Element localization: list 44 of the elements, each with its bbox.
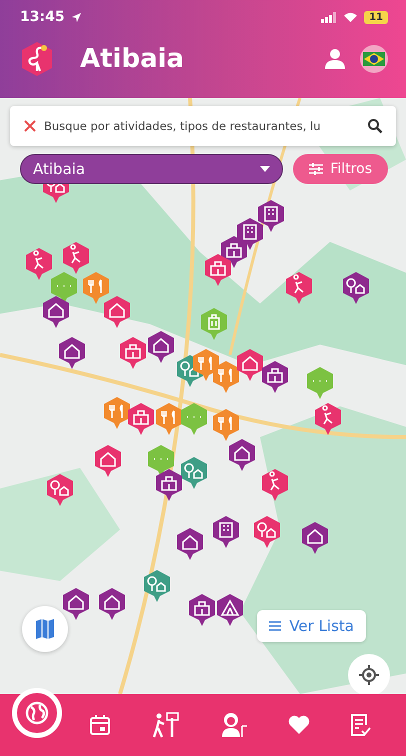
search-field[interactable]: Busque por atividades, tipos de restaurantes, lu xyxy=(10,106,396,146)
map-pin[interactable] xyxy=(97,586,128,621)
map-pin[interactable] xyxy=(235,348,266,382)
map-pin[interactable] xyxy=(300,521,330,556)
map-pin[interactable] xyxy=(341,270,372,305)
list-view-button[interactable]: Ver Lista xyxy=(257,610,366,642)
close-icon[interactable] xyxy=(23,119,37,133)
map-pin[interactable] xyxy=(260,360,290,394)
map-pin[interactable] xyxy=(256,199,286,234)
map-pin[interactable] xyxy=(154,468,184,502)
search-icon[interactable] xyxy=(367,118,383,134)
caret-icon xyxy=(260,166,270,172)
map-pin[interactable] xyxy=(56,336,87,370)
status-time: 13:45 xyxy=(20,9,65,25)
city-dropdown[interactable]: Atibaia xyxy=(20,154,284,184)
heart-icon xyxy=(288,715,310,735)
map-pin[interactable] xyxy=(174,527,205,562)
calendar-icon xyxy=(89,714,112,736)
crosshair-icon xyxy=(359,665,379,685)
hiker-sign-icon xyxy=(150,712,180,738)
map-icon xyxy=(35,618,55,640)
map-pin[interactable] xyxy=(146,330,176,364)
sliders-icon xyxy=(309,163,324,175)
list-icon xyxy=(269,621,282,631)
globe-button[interactable] xyxy=(12,688,62,738)
checklist-icon xyxy=(348,713,371,737)
map-pin[interactable] xyxy=(227,438,258,472)
header-title: Atibaia xyxy=(80,44,184,74)
map-pin[interactable] xyxy=(203,252,233,287)
map-pin[interactable] xyxy=(186,592,217,627)
flamingo-logo-icon xyxy=(20,41,54,77)
map-pin[interactable] xyxy=(178,456,209,490)
globe-icon xyxy=(25,701,49,725)
signal-icon xyxy=(321,12,338,22)
map-pin[interactable] xyxy=(40,294,71,329)
wifi-icon xyxy=(343,12,358,22)
map-pin[interactable] xyxy=(215,592,246,627)
map-pin[interactable] xyxy=(60,586,91,621)
battery-indicator: 11 xyxy=(364,10,388,24)
map-pin[interactable] xyxy=(211,515,242,550)
brazil-flag-icon[interactable] xyxy=(360,45,388,73)
user-icon[interactable] xyxy=(324,48,346,70)
location-arrow-icon xyxy=(70,12,82,22)
filter-button[interactable]: Filtros xyxy=(293,154,388,184)
